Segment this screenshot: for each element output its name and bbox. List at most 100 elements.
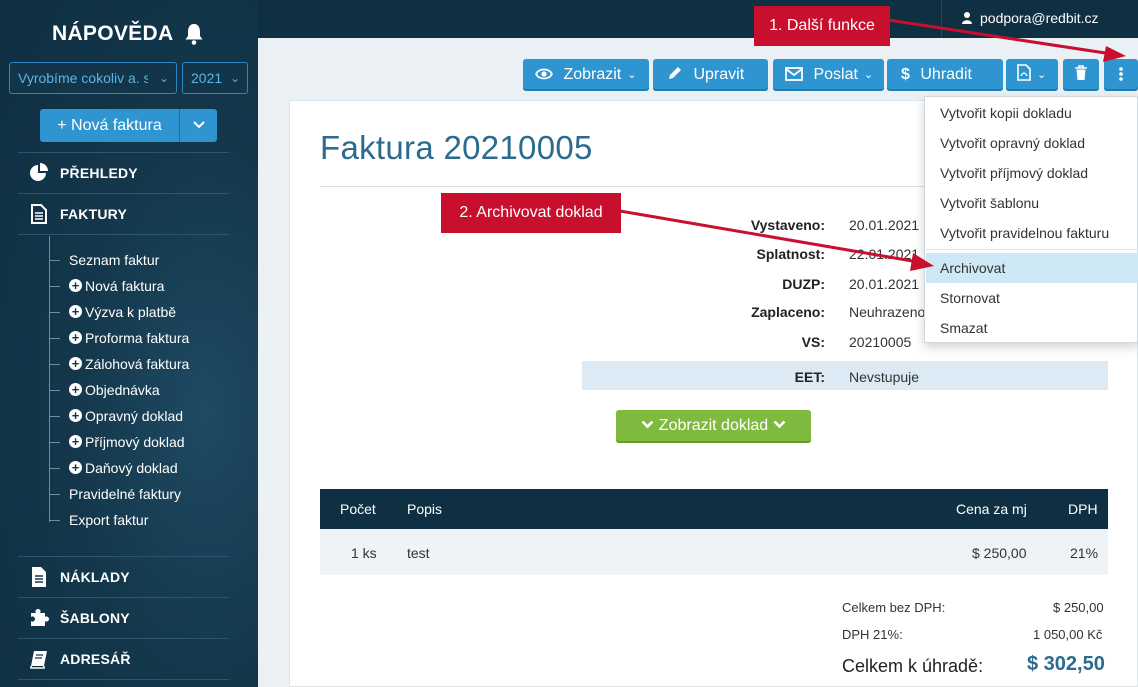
column-header: Cena za mj bbox=[956, 501, 1027, 517]
brand: NÁPOVĚDA bbox=[0, 18, 258, 48]
brand-title: NÁPOVĚDA bbox=[52, 22, 174, 45]
tree-tick bbox=[50, 260, 60, 261]
sidebar: NÁPOVĚDA Vyrobíme cokoliv a. s. ⌄ 2021 ⌄… bbox=[0, 0, 258, 687]
menu-item-delete[interactable]: Smazat bbox=[926, 313, 1138, 343]
show-document-label: Zobrazit doklad bbox=[658, 417, 769, 434]
field-label-vystaveno: Vystaveno: bbox=[750, 217, 825, 233]
submenu-label: Opravný doklad bbox=[85, 408, 184, 424]
column-header: DPH bbox=[1068, 501, 1098, 517]
send-button[interactable]: Poslat ⌄ bbox=[773, 59, 884, 91]
plus-circle-icon: + bbox=[69, 279, 82, 292]
company-select[interactable]: Vyrobíme cokoliv a. s. ⌄ bbox=[9, 62, 177, 94]
total-due-label: Celkem k úhradě: bbox=[842, 656, 984, 676]
field-value-zaplaceno: Neuhrazeno bbox=[849, 304, 926, 320]
table-row: 1 ks test $ 250,00 21% bbox=[320, 529, 1108, 575]
company-select-value: Vyrobíme cokoliv a. s. bbox=[18, 70, 148, 86]
tree-tick bbox=[50, 390, 60, 391]
tree-tick bbox=[50, 416, 60, 417]
pencil-icon bbox=[669, 67, 681, 79]
field-label-eet: EET: bbox=[794, 369, 825, 385]
pay-button[interactable]: $ Uhradit bbox=[887, 59, 1003, 91]
column-header: Počet bbox=[340, 501, 376, 517]
nav-label: ADRESÁŘ bbox=[60, 651, 131, 667]
bell-icon[interactable] bbox=[183, 22, 205, 46]
total-due-value: $ 302,50 bbox=[1027, 653, 1105, 675]
table-cell: 21% bbox=[1070, 545, 1099, 561]
eye-icon bbox=[535, 68, 553, 80]
more-actions-button[interactable] bbox=[1104, 59, 1138, 91]
total-without-vat-value: $ 250,00 bbox=[1053, 600, 1104, 615]
chevron-down-icon: ⌄ bbox=[627, 69, 637, 81]
field-label-zaplaceno: Zaplaceno: bbox=[751, 304, 825, 320]
divider bbox=[18, 234, 229, 235]
tree-tick bbox=[50, 520, 60, 521]
submenu-label: Proforma faktura bbox=[85, 330, 190, 346]
menu-item-recurring[interactable]: Vytvořit pravidelnou fakturu bbox=[926, 218, 1138, 248]
chevron-down-icon: ⌄ bbox=[158, 71, 169, 85]
menu-item-template[interactable]: Vytvořit šablonu bbox=[926, 188, 1138, 218]
tree-tick bbox=[50, 286, 60, 287]
menu-item-corrective[interactable]: Vytvořit opravný doklad bbox=[926, 128, 1138, 158]
chevron-down-icon: ⌄ bbox=[1037, 69, 1047, 81]
divider bbox=[18, 193, 229, 194]
view-button-label: Zobrazit bbox=[563, 66, 622, 83]
show-document-button[interactable]: Zobrazit doklad bbox=[616, 410, 811, 443]
submenu-label: Výzva k platbě bbox=[85, 304, 177, 320]
envelope-icon bbox=[785, 67, 803, 81]
book-icon bbox=[28, 648, 50, 670]
more-actions-menu: Vytvořit kopii dokladu Vytvořit opravný … bbox=[924, 96, 1138, 343]
tree-tick bbox=[50, 338, 60, 339]
pie-chart-icon bbox=[28, 162, 50, 184]
vertical-ellipsis-icon bbox=[1119, 67, 1123, 81]
callout-step-1: 1. Další funkce bbox=[754, 6, 890, 46]
pay-button-label: Uhradit bbox=[920, 66, 972, 83]
document-icon bbox=[28, 203, 50, 225]
new-invoice-button-group: + Nová faktura bbox=[40, 109, 217, 142]
page-title: Faktura 20210005 bbox=[320, 129, 593, 166]
divider bbox=[18, 679, 229, 680]
new-invoice-dropdown-toggle[interactable] bbox=[180, 109, 217, 142]
nav-label: ŠABLONY bbox=[60, 610, 130, 626]
chevron-down-icon bbox=[192, 121, 205, 129]
menu-item-receipt[interactable]: Vytvořit příjmový doklad bbox=[926, 158, 1138, 188]
pdf-button[interactable]: ⌄ bbox=[1006, 59, 1058, 91]
user-icon bbox=[962, 12, 972, 24]
edit-button[interactable]: Upravit bbox=[653, 59, 768, 91]
plus-circle-icon: + bbox=[69, 383, 82, 396]
new-invoice-button[interactable]: + Nová faktura bbox=[40, 109, 180, 142]
field-label-splatnost: Splatnost: bbox=[756, 246, 825, 262]
chevron-down-icon bbox=[641, 420, 654, 429]
dollar-icon: $ bbox=[901, 66, 910, 83]
submenu-label: Zálohová faktura bbox=[85, 356, 190, 372]
user-email: podpora@redbit.cz bbox=[980, 10, 1099, 26]
submenu-label: Daňový doklad bbox=[85, 460, 178, 476]
tree-tick bbox=[50, 494, 60, 495]
submenu-label: Objednávka bbox=[85, 382, 160, 398]
field-value-vs: 20210005 bbox=[849, 334, 912, 350]
year-select[interactable]: 2021 ⌄ bbox=[182, 62, 248, 94]
chevron-down-icon bbox=[773, 420, 786, 429]
menu-item-copy[interactable]: Vytvořit kopii dokladu bbox=[926, 98, 1138, 128]
plus-circle-icon: + bbox=[69, 461, 82, 474]
submenu-label: Seznam faktur bbox=[69, 252, 160, 268]
nav-label: NÁKLADY bbox=[60, 569, 130, 585]
submenu-label: Příjmový doklad bbox=[85, 434, 185, 450]
menu-item-cancel[interactable]: Stornovat bbox=[926, 283, 1138, 313]
puzzle-icon bbox=[28, 607, 50, 629]
year-select-value: 2021 bbox=[191, 70, 223, 86]
menu-item-archive[interactable]: Archivovat bbox=[926, 253, 1138, 283]
field-label-duzp: DUZP: bbox=[782, 276, 825, 292]
tree-tick bbox=[50, 442, 60, 443]
divider bbox=[18, 597, 229, 598]
divider bbox=[941, 0, 942, 38]
vat-label: DPH 21%: bbox=[842, 627, 903, 642]
callout-step-2: 2. Archivovat doklad bbox=[441, 193, 621, 233]
trash-icon bbox=[1075, 65, 1087, 80]
user-menu[interactable]: podpora@redbit.cz bbox=[962, 10, 1099, 26]
delete-button[interactable] bbox=[1063, 59, 1099, 91]
divider bbox=[18, 638, 229, 639]
view-button[interactable]: Zobrazit ⌄ bbox=[523, 59, 649, 91]
table-cell: test bbox=[407, 545, 430, 561]
nav-label: FAKTURY bbox=[60, 206, 127, 222]
chevron-down-icon: ⌄ bbox=[229, 71, 240, 85]
